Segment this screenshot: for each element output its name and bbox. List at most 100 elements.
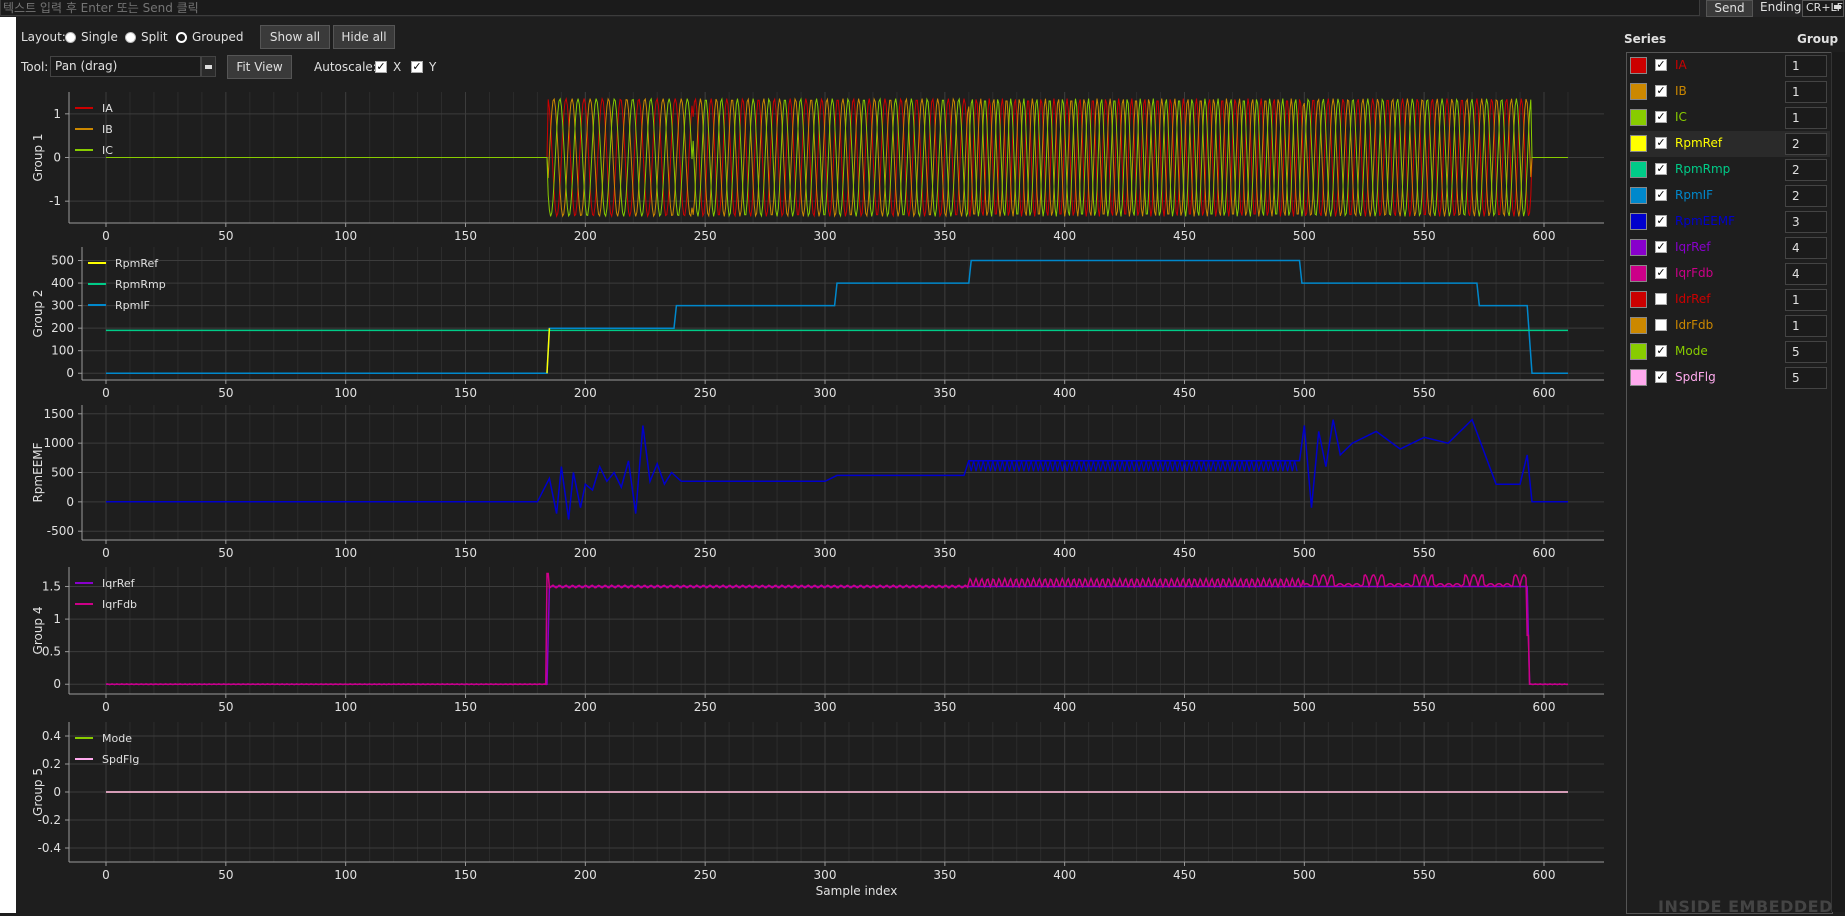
group-field[interactable]: 4 bbox=[1785, 237, 1827, 259]
y-tick-label: 1000 bbox=[43, 436, 74, 450]
chart-panel-4: 0 50 100 150 200 250 300 350 400 450 500 550 60000.5… bbox=[31, 567, 1604, 714]
series-row[interactable]: ✓ RpmEEMF 3 bbox=[1630, 209, 1830, 235]
x-tick-label: 350 bbox=[933, 700, 956, 714]
group-field[interactable]: 1 bbox=[1785, 55, 1827, 77]
x-tick-label: 50 bbox=[218, 386, 233, 400]
group-field[interactable]: 1 bbox=[1785, 289, 1827, 311]
checkbox-icon[interactable] bbox=[1655, 319, 1667, 331]
group-field[interactable]: 1 bbox=[1785, 107, 1827, 129]
group-field[interactable]: 1 bbox=[1785, 81, 1827, 103]
x-tick-label: 150 bbox=[454, 386, 477, 400]
series-row[interactable]: IdrFdb 1 bbox=[1630, 313, 1830, 339]
x-tick-label: 550 bbox=[1413, 546, 1436, 560]
chart-panel-1: 0 50 100 150 200 250 300 350 400 450 500 550 600 -1 0 1… bbox=[31, 92, 1604, 243]
series-scrollbar[interactable] bbox=[1831, 52, 1845, 912]
y-tick-label: 0 bbox=[53, 785, 61, 799]
watermark: INSIDE EMBEDDED bbox=[1658, 897, 1833, 916]
color-swatch[interactable] bbox=[1630, 213, 1647, 230]
color-swatch[interactable] bbox=[1630, 265, 1647, 282]
y-axis-label: Group 1 bbox=[31, 134, 45, 182]
color-swatch[interactable] bbox=[1630, 83, 1647, 100]
series-row[interactable]: ✓ IqrRef 4 bbox=[1630, 235, 1830, 261]
legend-label: RpmIF bbox=[115, 299, 150, 312]
color-swatch[interactable] bbox=[1630, 135, 1647, 152]
x-tick-label: 400 bbox=[1053, 546, 1076, 560]
plot-area[interactable]: 0 50 100 150 200 250 300 350 400 450 500 550 600 -1 0 1… bbox=[20, 86, 1620, 913]
x-tick-label: 450 bbox=[1173, 229, 1196, 243]
x-tick-label: 100 bbox=[334, 868, 357, 882]
checkbox-checked-icon[interactable]: ✓ bbox=[1655, 267, 1667, 279]
x-tick-label: 600 bbox=[1533, 229, 1556, 243]
series-row[interactable]: ✓ Mode 5 bbox=[1630, 339, 1830, 365]
series-row[interactable]: ✓ SpdFlg 5 bbox=[1630, 365, 1830, 391]
series-row[interactable]: ✓ RpmIF 2 bbox=[1630, 183, 1830, 209]
chart-panel-3: 0 50 100 150 200 250 300 350 400 450 500 550 600 -500… bbox=[31, 405, 1604, 560]
checkbox-checked-icon[interactable]: ✓ bbox=[1655, 59, 1667, 71]
x-tick-label: 250 bbox=[694, 700, 717, 714]
group-field[interactable]: 1 bbox=[1785, 315, 1827, 337]
y-tick-label: 1 bbox=[53, 107, 61, 121]
x-tick-label: 150 bbox=[454, 868, 477, 882]
y-tick-label: 100 bbox=[51, 344, 74, 358]
series-row[interactable]: IdrRef 1 bbox=[1630, 287, 1830, 313]
x-tick-label: 200 bbox=[574, 229, 597, 243]
group-field[interactable]: 4 bbox=[1785, 263, 1827, 285]
series-row[interactable]: ✓ IA 1 bbox=[1630, 53, 1830, 79]
series-row[interactable]: ✓ RpmRef 2 bbox=[1630, 131, 1830, 157]
x-tick-label: 350 bbox=[933, 386, 956, 400]
legend-label: RpmRmp bbox=[115, 278, 166, 291]
color-swatch[interactable] bbox=[1630, 161, 1647, 178]
color-swatch[interactable] bbox=[1630, 291, 1647, 308]
series-row[interactable]: ✓ IqrFdb 4 bbox=[1630, 261, 1830, 287]
checkbox-checked-icon[interactable]: ✓ bbox=[1655, 241, 1667, 253]
y-tick-label: 0 bbox=[53, 677, 61, 691]
plots-svg[interactable]: 0 50 100 150 200 250 300 350 400 450 500 550 600-101… bbox=[0, 0, 1845, 913]
checkbox-checked-icon[interactable]: ✓ bbox=[1655, 111, 1667, 123]
group-header: Group bbox=[1797, 32, 1839, 46]
color-swatch[interactable] bbox=[1630, 343, 1647, 360]
y-tick-label: 0.4 bbox=[42, 729, 61, 743]
color-swatch[interactable] bbox=[1630, 239, 1647, 256]
x-tick-label: 550 bbox=[1413, 700, 1436, 714]
x-tick-label: 0 bbox=[102, 546, 110, 560]
x-tick-label: 0 bbox=[102, 386, 110, 400]
checkbox-icon[interactable] bbox=[1655, 293, 1667, 305]
x-tick-label: 50 bbox=[218, 229, 233, 243]
y-tick-label: 1 bbox=[53, 612, 61, 626]
checkbox-checked-icon[interactable]: ✓ bbox=[1655, 371, 1667, 383]
series-row[interactable]: ✓ IB 1 bbox=[1630, 79, 1830, 105]
legend-label: IC bbox=[102, 144, 113, 157]
x-tick-label: 50 bbox=[218, 546, 233, 560]
group-field[interactable]: 2 bbox=[1785, 185, 1827, 207]
color-swatch[interactable] bbox=[1630, 187, 1647, 204]
group-field[interactable]: 2 bbox=[1785, 159, 1827, 181]
x-tick-label: 250 bbox=[694, 386, 717, 400]
group-field[interactable]: 5 bbox=[1785, 341, 1827, 363]
checkbox-checked-icon[interactable]: ✓ bbox=[1655, 137, 1667, 149]
color-swatch[interactable] bbox=[1630, 57, 1647, 74]
x-tick-label: 300 bbox=[814, 546, 837, 560]
checkbox-checked-icon[interactable]: ✓ bbox=[1655, 85, 1667, 97]
color-swatch[interactable] bbox=[1630, 109, 1647, 126]
y-tick-label: 1.5 bbox=[42, 580, 61, 594]
x-tick-label: 350 bbox=[933, 868, 956, 882]
x-tick-label: 450 bbox=[1173, 700, 1196, 714]
legend-label: SpdFlg bbox=[102, 753, 139, 766]
x-tick-label: 150 bbox=[454, 229, 477, 243]
color-swatch[interactable] bbox=[1630, 317, 1647, 334]
series-row[interactable]: ✓ IC 1 bbox=[1630, 105, 1830, 131]
checkbox-checked-icon[interactable]: ✓ bbox=[1655, 345, 1667, 357]
group-field[interactable]: 3 bbox=[1785, 211, 1827, 233]
x-tick-label: 500 bbox=[1293, 229, 1316, 243]
group-field[interactable]: 5 bbox=[1785, 367, 1827, 389]
checkbox-checked-icon[interactable]: ✓ bbox=[1655, 215, 1667, 227]
y-tick-label: 400 bbox=[51, 276, 74, 290]
legend-label: Mode bbox=[102, 732, 132, 745]
series-row[interactable]: ✓ RpmRmp 2 bbox=[1630, 157, 1830, 183]
x-tick-label: 0 bbox=[102, 229, 110, 243]
checkbox-checked-icon[interactable]: ✓ bbox=[1655, 189, 1667, 201]
group-field[interactable]: 2 bbox=[1785, 133, 1827, 155]
color-swatch[interactable] bbox=[1630, 369, 1647, 386]
checkbox-checked-icon[interactable]: ✓ bbox=[1655, 163, 1667, 175]
x-tick-label: 150 bbox=[454, 700, 477, 714]
